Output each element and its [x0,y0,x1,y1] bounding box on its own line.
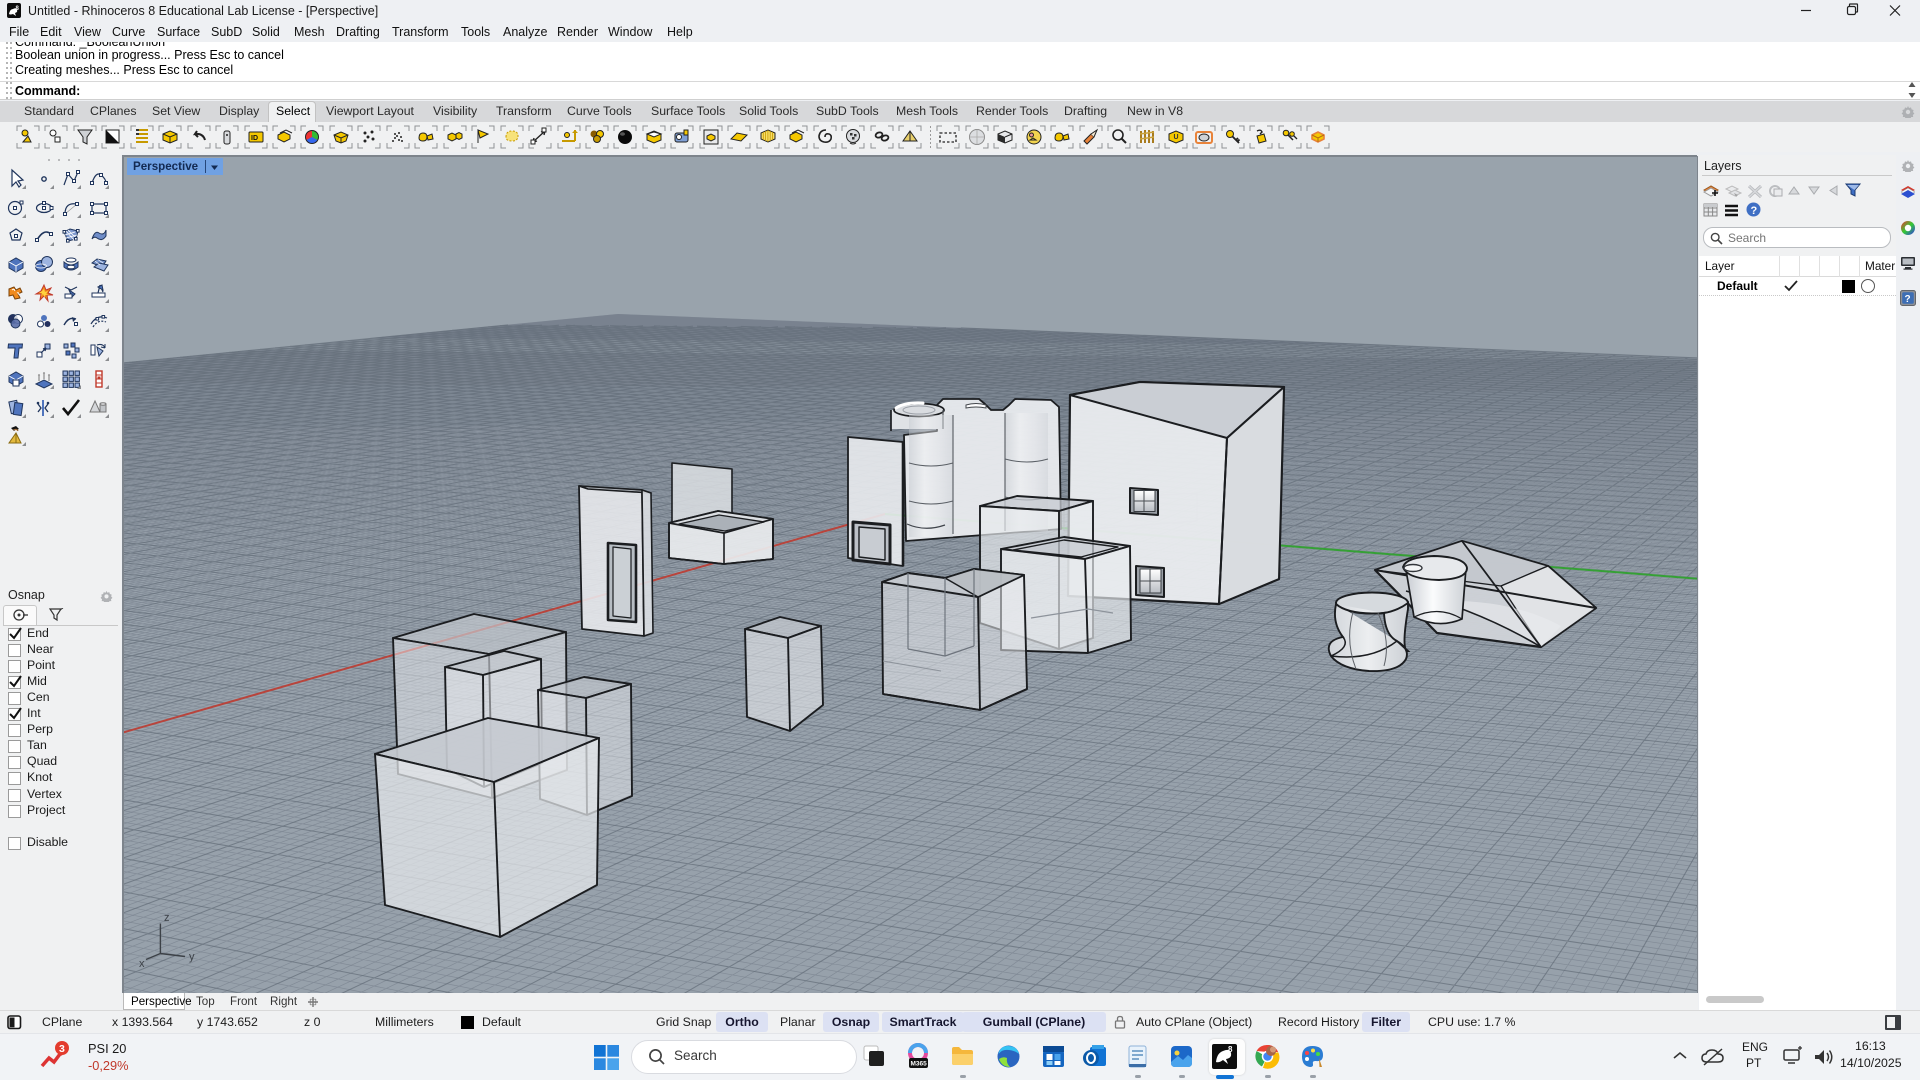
svg-text:x: x [139,958,145,970]
svg-text:?: ? [1751,205,1758,217]
svg-text:?: ? [1905,294,1911,305]
svg-text:U: U [1174,134,1179,141]
svg-text:8: 8 [1228,1045,1233,1054]
svg-text:z: z [164,912,170,924]
svg-text:y: y [189,951,195,963]
svg-text:3: 3 [59,1043,65,1055]
svg-text:ID: ID [251,135,258,142]
svg-text:M365: M365 [911,1061,928,1068]
